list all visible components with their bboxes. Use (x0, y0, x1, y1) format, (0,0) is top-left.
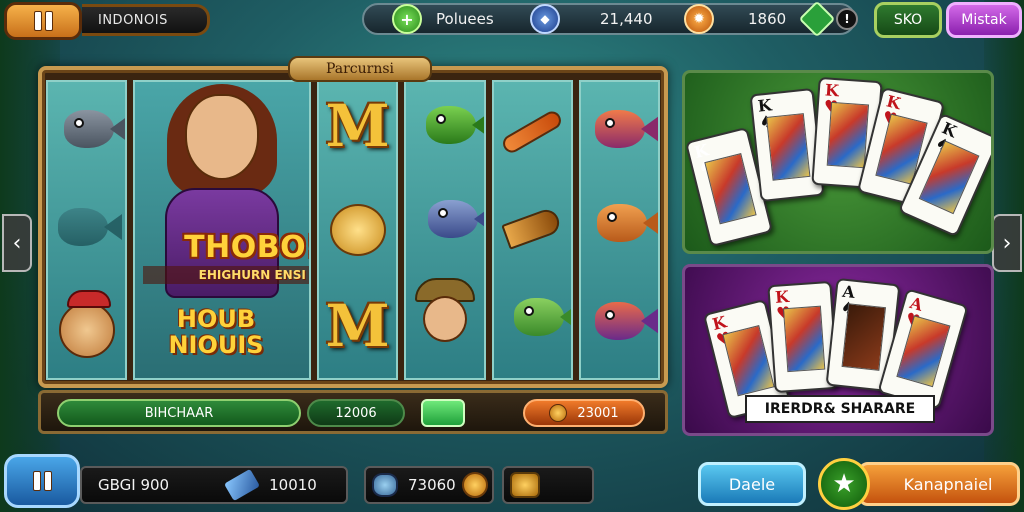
chevron-left-icon[interactable]: ‹ (2, 214, 32, 272)
balance-value: 10010 (269, 476, 317, 494)
fire-coin-icon: ✹ (684, 4, 714, 34)
pause-icon (34, 12, 52, 30)
fish-symbol (422, 194, 484, 244)
fish-symbol (508, 292, 571, 342)
star-icon[interactable]: ★ (818, 458, 870, 510)
hero-subtitle: EHIGHURN ENSI (143, 266, 310, 284)
bonus-title-line2: NIOUIS (168, 331, 264, 359)
plus-coin-icon: + (392, 4, 422, 34)
carrot-symbol (497, 102, 567, 162)
sko-button[interactable]: SKO (874, 2, 942, 38)
play-button[interactable]: Kanapnaiel (858, 462, 1020, 506)
coin-icon (549, 404, 568, 422)
bet-value: 12006 (307, 399, 405, 427)
balance-panel: GBGI 900 10010 (80, 466, 348, 504)
slot-action-button[interactable]: BIHCHAAR (57, 399, 301, 427)
fish-icon (372, 473, 398, 497)
stat-value: 1860 (748, 10, 787, 28)
letter-m-symbol: M (325, 292, 390, 360)
cat-symbol (51, 290, 123, 368)
bonus-title: HOUB NIOUIS (146, 306, 286, 358)
stat-shield: ! (798, 0, 858, 38)
coin-icon (461, 472, 488, 498)
auto-toggle[interactable] (421, 399, 465, 427)
fish-symbol (589, 104, 658, 154)
deal-button[interactable]: Daele (698, 462, 806, 506)
stat-fire: ✹ 1860 (684, 4, 787, 34)
pause-button[interactable] (4, 2, 82, 40)
chevron-right-icon[interactable]: › (992, 214, 1022, 272)
fish-symbol (589, 296, 658, 346)
fish-symbol (591, 198, 658, 248)
bonus-title-line1: HOUB (176, 305, 256, 333)
win-value: 23001 (577, 405, 619, 421)
reel-5 (491, 80, 573, 380)
win-value-button[interactable]: 23001 (523, 399, 645, 427)
reel-6 (578, 80, 660, 380)
treasure-chest-icon (510, 472, 540, 498)
fish-symbol (420, 100, 484, 150)
gem-badge-icon: ◆ (530, 4, 560, 34)
stat-pulses: + Poluees (392, 4, 494, 34)
stat-gems: ◆ 21,440 (530, 4, 653, 34)
card-game-panel-top[interactable]: K♠ K♠ K♥ K♥ K♠ (682, 70, 994, 254)
slot-banner: Parcurnsi (288, 56, 432, 82)
coins-value: 73060 (408, 476, 456, 494)
pause-button-bottom[interactable] (4, 454, 80, 508)
stat-value: 21,440 (600, 10, 653, 28)
card-game-panel-bottom[interactable]: K♥ K♥ A♠ A♥ IRERDR& SHARARE (682, 264, 994, 436)
card-panel-title: IRERDR& SHARARE (745, 395, 935, 423)
game-name-label: INDONOIS (82, 4, 210, 36)
mistak-button[interactable]: Mistak (946, 2, 1022, 38)
stat-label: Poluees (436, 10, 494, 28)
hero-title: THOBO! (184, 230, 312, 265)
balance-label: GBGI 900 (98, 476, 170, 494)
shield-icon (798, 0, 836, 38)
reel-1 (46, 80, 128, 380)
fish-symbol (52, 202, 122, 252)
stats-bar: + Poluees ◆ 21,440 ✹ 1860 ! (362, 0, 858, 38)
pause-icon (33, 472, 51, 490)
slot-control-bar: BIHCHAAR 12006 23001 (38, 390, 668, 434)
explorer-symbol (409, 278, 481, 368)
fish-symbol (58, 104, 126, 154)
slot-reels: THOBO! EHIGHURN ENSI M M (46, 80, 660, 380)
pencil-icon[interactable] (224, 468, 261, 502)
coins-panel: 73060 (364, 466, 494, 504)
letter-m-symbol: M (325, 92, 390, 160)
reel-4 (404, 80, 486, 380)
treasure-panel[interactable] (502, 466, 594, 504)
reel-3: M M (317, 80, 399, 380)
cat-symbol (328, 200, 388, 260)
drill-symbol (497, 198, 567, 258)
info-icon[interactable]: ! (836, 8, 858, 30)
